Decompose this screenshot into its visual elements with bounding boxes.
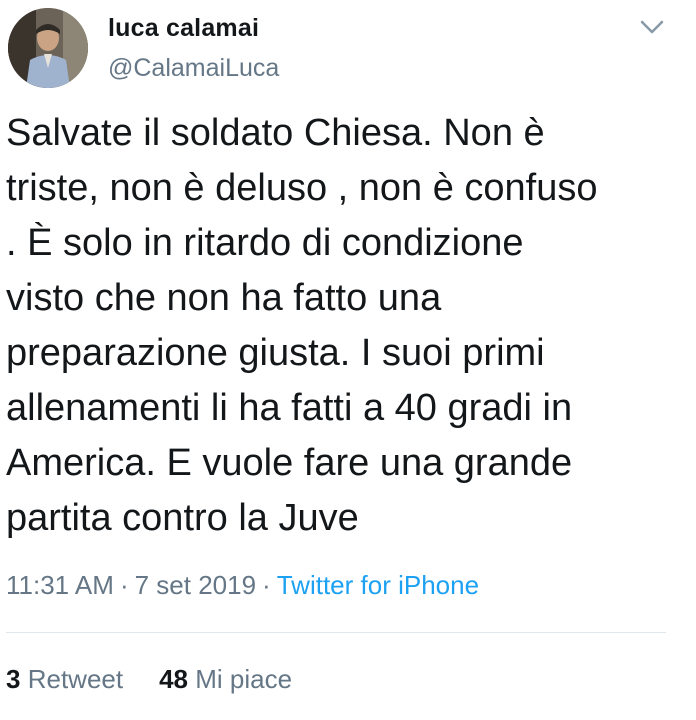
tweet-meta: 11:31 AM · 7 set 2019 · Twitter for iPhone (6, 570, 479, 601)
tweet-source-link[interactable]: Twitter for iPhone (277, 570, 479, 600)
meta-separator: · (262, 570, 271, 600)
retweets-count: 3 (6, 664, 21, 694)
retweets-stat[interactable]: 3 Retweet (6, 664, 123, 695)
tweet-text: Salvate il soldato Chiesa. Non è triste,… (6, 112, 598, 539)
retweets-label: Retweet (27, 664, 124, 694)
chevron-down-icon[interactable] (636, 14, 668, 40)
likes-label: Mi piace (195, 664, 293, 694)
tweet-stats: 3 Retweet 48 Mi piace (6, 664, 292, 695)
likes-stat[interactable]: 48 Mi piace (159, 664, 292, 695)
display-name[interactable]: luca calamai (108, 14, 259, 43)
tweet-time[interactable]: 11:31 AM (6, 570, 114, 600)
meta-separator: · (119, 570, 129, 600)
user-handle[interactable]: @CalamaiLuca (108, 54, 279, 83)
avatar[interactable] (8, 8, 88, 88)
likes-count: 48 (159, 664, 189, 694)
tweet-date[interactable]: 7 set 2019 (135, 570, 256, 600)
divider (6, 632, 666, 633)
